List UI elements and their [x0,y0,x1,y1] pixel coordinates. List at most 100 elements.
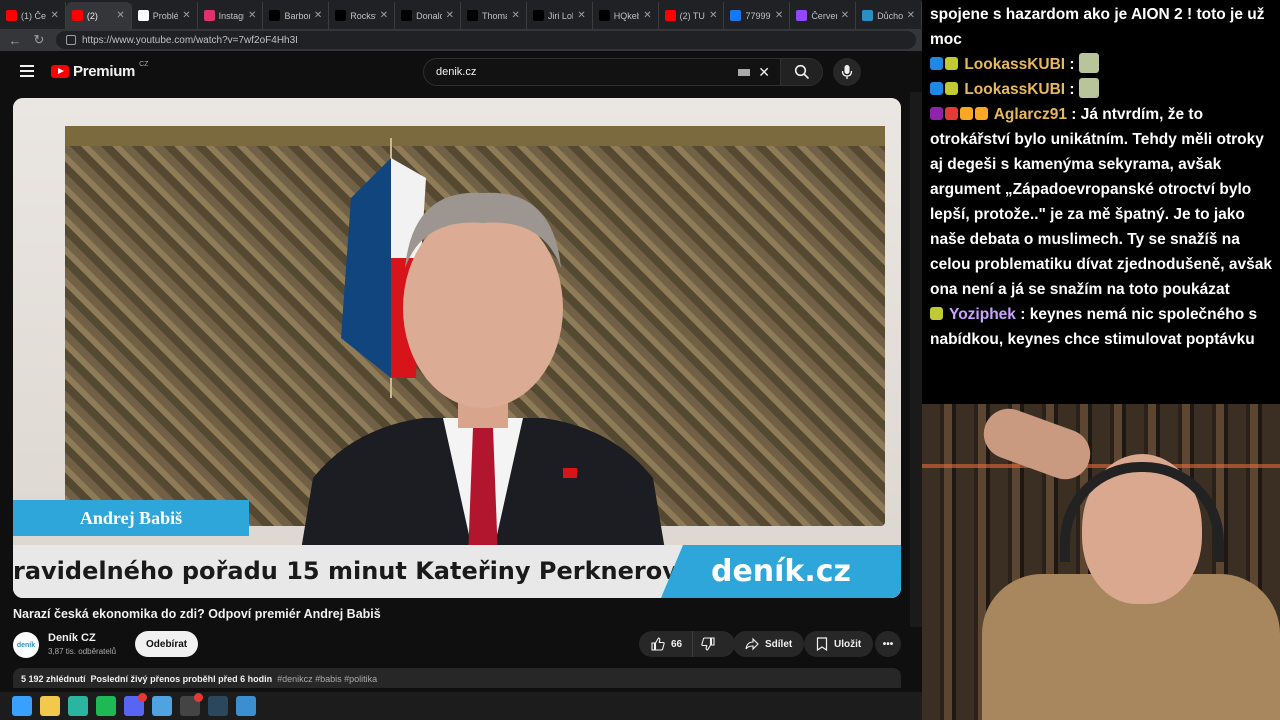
tab-label: Thomas [482,10,507,21]
chatgpt-icon [137,10,149,21]
keyboard-icon[interactable] [738,68,751,76]
tab-label: (1) Červ [21,10,47,21]
clear-search-icon[interactable]: ✕ [758,64,770,81]
close-tab-icon[interactable]: ✕ [248,10,256,21]
name-lower-third: Andrej Babiš [13,500,249,536]
thumbs-down-icon [701,637,715,651]
chat-badge-icon [930,57,943,70]
site-info-icon[interactable] [66,35,76,45]
close-tab-icon[interactable]: ✕ [182,10,190,21]
spotify-icon[interactable] [96,696,116,716]
steam-icon[interactable] [208,696,228,716]
chat-message: LookassKUBI : [930,77,1272,102]
dislike-button[interactable] [693,631,723,657]
hashtags[interactable]: #denikcz #babis #politika [277,674,377,684]
close-tab-icon[interactable]: ✕ [907,10,915,21]
close-tab-icon[interactable]: ✕ [446,10,454,21]
search-button[interactable] [780,59,822,85]
browser-tab[interactable]: Rockstar ✕ [329,2,396,29]
region-code: CZ [139,61,149,68]
search-input[interactable]: denik.cz [424,66,738,78]
windows-start-icon[interactable] [12,696,32,716]
edge-icon[interactable] [68,696,88,716]
chat-badge-icon [930,307,943,320]
windows-taskbar [0,692,922,720]
chat-badge-icon [945,57,958,70]
browser-tab[interactable]: (2) TURI ✕ [659,2,725,29]
channel-name[interactable]: Deník CZ [48,632,96,644]
voice-search-button[interactable] [833,58,861,86]
tab-label: Barbora [284,10,309,21]
save-button[interactable]: Uložit [804,631,874,657]
chat-badge-icon [930,107,943,120]
stream-info: Poslední živý přenos proběhl před 6 hodi… [90,674,273,684]
tab-label: Problém [152,10,178,21]
ticker-brand: deník.cz [661,545,901,598]
browser-tab[interactable]: (2) ✕ [65,2,132,29]
share-button[interactable]: Sdílet [733,631,805,657]
close-tab-icon[interactable]: ✕ [314,10,322,21]
search-bar: denik.cz ✕ [423,58,823,86]
thumbs-up-icon [651,637,665,651]
channel-avatar[interactable]: deník [13,632,39,658]
back-icon[interactable]: ← [8,33,22,48]
youtube-icon [6,10,17,21]
close-tab-icon[interactable]: ✕ [709,10,717,21]
browser-tab[interactable]: Červeny ✕ [790,2,857,29]
chat-username[interactable]: Yoziphek [949,306,1016,323]
browser-tab[interactable]: Barbora ✕ [263,2,330,29]
x-icon [467,10,479,21]
discord-icon[interactable] [124,693,147,716]
obs-icon[interactable] [180,693,203,716]
tab-label: HQkebC [613,10,639,21]
reload-icon[interactable]: ↻ [32,32,46,48]
browser-tab[interactable]: Instagra ✕ [198,2,264,29]
browser-tab[interactable]: Donald ✕ [395,2,462,29]
browser-address-bar: ← ↻ https://www.youtube.com/watch?v=7wf2… [0,29,922,51]
tab-label: Důchod [877,10,902,21]
tab-label: Rockstar [350,10,376,21]
chat-username[interactable]: Aglarcz91 [994,106,1067,123]
close-tab-icon[interactable]: ✕ [577,10,585,21]
browser-tab[interactable]: Jiri Lobl ✕ [527,2,593,29]
browser-tab-strip: (1) Červ✕(2) ✕Problém✕Instagra✕Barbora✕R… [0,0,922,29]
more-actions-button[interactable]: ••• [875,631,901,657]
shelf-light [922,464,1280,468]
browser-tab[interactable]: Důchod ✕ [856,2,922,29]
chat-badge-icon [975,107,988,120]
paint-icon[interactable] [236,696,256,716]
notepad-icon[interactable] [152,696,172,716]
save-label: Uložit [834,638,862,650]
youtube-premium-logo[interactable]: Premium CZ [51,61,149,80]
browser-tab[interactable]: 7799968 ✕ [724,2,791,29]
like-button[interactable]: 66 [639,631,694,657]
file-explorer-icon[interactable] [40,696,60,716]
x-icon [598,10,610,21]
tab-label: Instagra [218,10,244,21]
subscribe-button[interactable]: Odebírat [135,631,199,657]
close-tab-icon[interactable]: ✕ [511,10,519,21]
close-tab-icon[interactable]: ✕ [50,10,58,21]
streamer-webcam [922,404,1280,720]
more-dots-icon: ••• [882,638,894,650]
url-field[interactable]: https://www.youtube.com/watch?v=7wf2oF4H… [56,31,916,49]
close-tab-icon[interactable]: ✕ [380,10,388,21]
chat-badge-icon [945,82,958,95]
browser-tab[interactable]: HQkebC ✕ [593,2,659,29]
video-player[interactable]: Andrej Babiš ravidelného pořadu 15 minut… [13,98,901,598]
close-tab-icon[interactable]: ✕ [643,10,651,21]
like-count: 66 [671,638,683,650]
video-description[interactable]: 5 192 zhlédnutí Poslední živý přenos pro… [13,668,901,688]
close-tab-icon[interactable]: ✕ [841,10,849,21]
browser-tab[interactable]: (1) Červ✕ [0,2,66,29]
browser-tab[interactable]: Problém ✕ [132,2,198,29]
chat-username[interactable]: LookassKUBI [964,81,1065,98]
close-tab-icon[interactable]: ✕ [775,10,783,21]
speaker-image [293,192,673,598]
tab-label: Červeny [811,10,836,21]
browser-tab[interactable]: Thomas ✕ [461,2,527,29]
chat-username[interactable]: LookassKUBI [964,56,1065,73]
hamburger-menu-icon[interactable] [20,65,34,77]
close-tab-icon[interactable]: ✕ [116,10,124,21]
tab-label: (2) TURI [679,10,705,21]
